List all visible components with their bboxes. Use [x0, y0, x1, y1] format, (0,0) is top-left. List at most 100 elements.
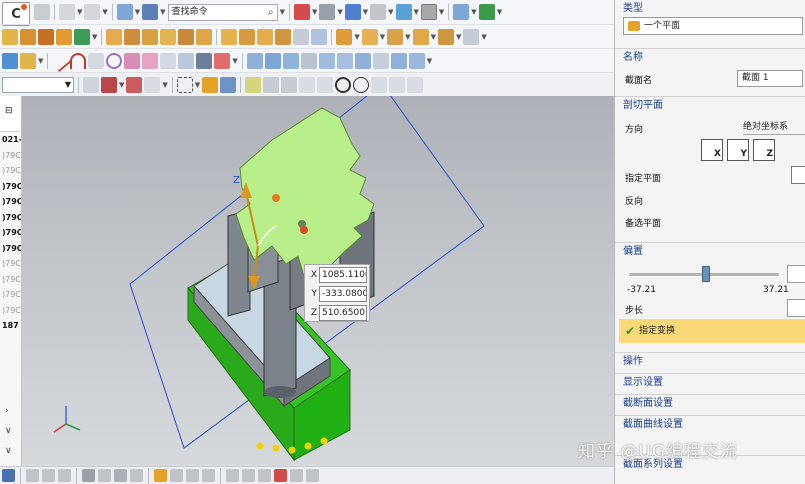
handle-origin-icon[interactable] [272, 194, 280, 202]
extrude-icon[interactable] [20, 28, 36, 45]
select-feature-icon[interactable] [220, 76, 237, 93]
snap-icon[interactable] [293, 4, 310, 20]
block-icon[interactable] [106, 28, 123, 45]
analysis-icon[interactable] [242, 469, 255, 482]
search-icon[interactable]: ⌕ [268, 5, 274, 20]
sphere-icon[interactable] [160, 28, 177, 45]
display-settings-heading[interactable]: 显示设置 [615, 373, 805, 391]
hole-icon[interactable] [178, 28, 195, 45]
shell-icon[interactable] [257, 28, 274, 45]
replace-face-icon[interactable] [437, 28, 454, 45]
offset-heading[interactable]: 偏置 [615, 242, 805, 260]
list-item[interactable]: )79C [0, 179, 21, 195]
datum-icon[interactable] [74, 28, 90, 45]
spline-icon[interactable] [20, 52, 36, 69]
studio-icon[interactable] [114, 469, 127, 482]
shaded-edges-icon[interactable] [82, 469, 95, 482]
edge-blend-icon[interactable] [221, 28, 238, 45]
snap-end-icon[interactable] [154, 469, 167, 482]
helix-icon[interactable] [124, 52, 141, 69]
cut-plane-heading[interactable]: 剖切平面 [615, 96, 805, 114]
unite-icon[interactable] [56, 28, 72, 45]
face-blend-icon[interactable] [336, 52, 353, 69]
list-item[interactable]: 187 [0, 318, 21, 334]
list-item[interactable]: )79C [0, 256, 21, 272]
line-icon[interactable] [49, 49, 72, 72]
offset-face-icon[interactable] [336, 28, 353, 45]
rectangle-select-icon[interactable] [176, 76, 193, 93]
type-heading[interactable]: 类型 [615, 0, 805, 18]
move-face-icon[interactable] [412, 28, 429, 45]
trim-sheet-icon[interactable] [390, 52, 407, 69]
list-item[interactable]: )79C [0, 163, 21, 179]
swept-icon[interactable] [264, 52, 281, 69]
quadrant-point-icon[interactable] [353, 76, 370, 93]
thicken-icon[interactable] [361, 28, 378, 45]
list-item[interactable]: )79C [0, 194, 21, 210]
pattern-icon[interactable] [38, 28, 54, 45]
coord-z-field[interactable]: 510.6500 [319, 304, 367, 321]
axis-z-button[interactable]: Z [753, 139, 775, 161]
list-item[interactable]: )79C [0, 287, 21, 303]
text-curve-icon[interactable] [142, 52, 159, 69]
offset-value-field[interactable] [787, 265, 805, 283]
curve-icon[interactable] [2, 52, 18, 69]
enable-snap-icon[interactable] [245, 76, 262, 93]
offset-surface-icon[interactable] [372, 52, 389, 69]
intersection-point-icon[interactable] [317, 76, 334, 93]
axis-x-button[interactable]: X [701, 139, 723, 161]
save-icon[interactable] [34, 4, 50, 20]
offset-slider-thumb[interactable] [701, 266, 710, 282]
mid-point-icon[interactable] [281, 76, 298, 93]
cone-icon[interactable] [142, 28, 159, 45]
boss-icon[interactable] [196, 28, 213, 45]
zoom-icon[interactable] [42, 469, 55, 482]
offset-curve-icon[interactable] [160, 52, 177, 69]
end-point-icon[interactable] [263, 76, 280, 93]
navigator-expand-icon[interactable]: ⊟ [5, 106, 13, 116]
specify-plane-button[interactable] [791, 166, 805, 184]
chevron-down-icon[interactable]: ∨ [5, 426, 12, 436]
graphics-viewport[interactable]: Z X 1085.1100 Y -333.0800 Z 510.6500 [22, 96, 614, 466]
edit-section-icon[interactable] [478, 4, 495, 20]
background-color-icon[interactable] [420, 4, 437, 20]
sew-icon[interactable] [408, 52, 425, 69]
fit-view-icon[interactable] [26, 469, 39, 482]
alt-plane-label[interactable]: 备选平面 [625, 216, 661, 229]
section-view-icon[interactable] [258, 469, 271, 482]
section-curve-settings-heading[interactable]: 截面曲线设置 [615, 415, 805, 433]
point-tool-icon[interactable] [306, 469, 319, 482]
command-finder-icon[interactable] [142, 4, 159, 20]
undo-icon[interactable] [59, 4, 75, 20]
chamfer-icon[interactable] [239, 28, 256, 45]
snap-mid-icon[interactable] [170, 469, 183, 482]
select-body-icon[interactable] [202, 76, 219, 93]
type-select[interactable]: 一个平面 [623, 17, 803, 35]
arc-tool-icon[interactable] [274, 469, 287, 482]
ops-heading[interactable]: 操作 [615, 352, 805, 370]
name-heading[interactable]: 名称 [615, 48, 805, 66]
n-sided-surface-icon[interactable] [282, 52, 299, 69]
specify-transform-button[interactable]: ✔ 指定变换 [619, 319, 805, 343]
list-item[interactable]: )79C [0, 303, 21, 319]
snap-point-icon[interactable] [126, 76, 143, 93]
point-on-curve-icon[interactable] [389, 76, 406, 93]
axis-y-button[interactable]: Y [727, 139, 749, 161]
filter-icon[interactable] [83, 76, 99, 93]
scroll-right-icon[interactable]: › [5, 406, 9, 416]
measure-icon[interactable] [226, 469, 239, 482]
point-on-face-icon[interactable] [407, 76, 424, 93]
pan-icon[interactable] [58, 469, 71, 482]
layer-icon[interactable] [395, 4, 412, 20]
handle-point-icon[interactable] [300, 226, 308, 234]
snap-quad-icon[interactable] [202, 469, 215, 482]
list-item[interactable]: )79C [0, 210, 21, 226]
view-cube-icon[interactable] [344, 4, 361, 20]
list-item[interactable]: )79C [0, 241, 21, 257]
extension-sheet-icon[interactable] [354, 52, 371, 69]
arc-center-icon[interactable] [335, 76, 352, 93]
bridge-curve-icon[interactable] [214, 52, 231, 69]
select-face-icon[interactable] [144, 76, 161, 93]
section-name-field[interactable]: 截面 1 [737, 70, 803, 87]
list-item[interactable]: )79C [0, 225, 21, 241]
